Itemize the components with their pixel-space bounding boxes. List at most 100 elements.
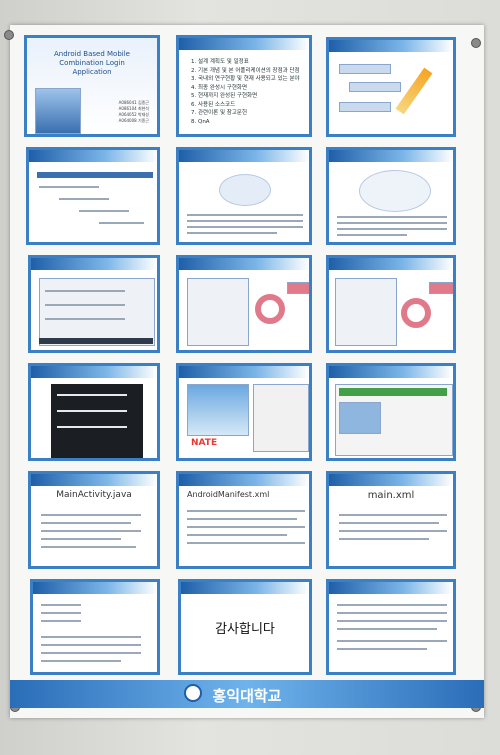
text-line	[57, 394, 127, 396]
slide-toc: 1. 설계 계획도 및 일정표 2. 기본 개념 및 본 어플리케이션의 장점과…	[176, 35, 312, 137]
text-line	[41, 604, 81, 606]
text-line	[337, 612, 447, 614]
code-line	[41, 538, 121, 540]
text-line	[337, 604, 447, 606]
slide-main-xml: main.xml	[326, 471, 456, 569]
text-line	[57, 410, 127, 412]
slide-current-screen-3	[326, 363, 456, 461]
slide-header	[329, 366, 453, 378]
label-box	[429, 282, 453, 294]
timeline-bar	[37, 172, 153, 178]
text-line	[41, 612, 81, 614]
thanks-text: 감사합니다	[215, 622, 275, 637]
list-screenshot	[253, 384, 309, 452]
text-line	[337, 648, 427, 650]
slide-concept	[176, 147, 312, 245]
screenshot	[335, 278, 397, 346]
slide-title: Android Based Mobile Combination Login A…	[24, 35, 160, 137]
slide-header	[179, 474, 309, 486]
slide-qna	[326, 579, 456, 675]
main-xml-title: main.xml	[367, 490, 415, 501]
code-line	[187, 526, 305, 528]
diagram-box	[339, 102, 391, 112]
main-activity-title: MainActivity.java	[56, 490, 132, 500]
slide-header	[179, 366, 309, 378]
toc-item: 7. 관련이론 및 참고문헌	[191, 110, 248, 116]
diagram-cloud	[359, 170, 431, 212]
slide-header	[329, 40, 453, 52]
growth-arrow	[395, 67, 433, 115]
text-line	[187, 232, 277, 234]
timeline-line	[59, 198, 109, 200]
code-line	[41, 522, 131, 524]
text-line	[57, 426, 127, 428]
slide-header	[31, 258, 157, 270]
pin	[471, 38, 481, 48]
title-line: Application	[72, 68, 112, 76]
text-line	[41, 620, 81, 622]
nate-logo: NATE	[191, 438, 218, 448]
code-line	[339, 538, 429, 540]
text-line	[337, 620, 447, 622]
code-line	[339, 530, 447, 532]
timeline-line	[39, 186, 99, 188]
toc-item: 6. 사용된 소스코드	[191, 101, 236, 108]
slide-final-screen-3	[326, 255, 456, 353]
slide-header	[181, 582, 309, 594]
text-line	[41, 660, 121, 662]
toc-list: 1. 설계 계획도 및 일정표 2. 기본 개념 및 본 어플리케이션의 장점과…	[191, 58, 300, 126]
title-line: Combination Login	[59, 59, 125, 67]
slide-main-activity: MainActivity.java	[28, 471, 160, 569]
toc-item: 8. QnA	[191, 118, 210, 125]
network-cloud	[219, 174, 271, 206]
slide-research	[326, 147, 456, 245]
text-line	[337, 640, 447, 642]
slide-header	[329, 474, 453, 486]
text-line	[41, 644, 141, 646]
slide-header	[33, 582, 157, 594]
pie-graphic	[401, 298, 431, 328]
author-list: A086041 김종근 A086104 최현석 A064052 박재성 A064…	[119, 100, 149, 124]
slide-references	[30, 579, 160, 675]
code-line	[187, 518, 297, 520]
phone-screenshot	[39, 278, 155, 346]
footer-banner: 홍익대학교	[10, 680, 484, 708]
building-image	[35, 88, 81, 134]
text-line	[337, 628, 437, 630]
slide-final-screen-2	[176, 255, 312, 353]
diagram-box	[349, 82, 401, 92]
poster-title: Android Based Mobile Combination Login A…	[37, 50, 147, 77]
code-line	[339, 522, 439, 524]
app-screenshot	[187, 384, 249, 436]
code-line	[339, 514, 447, 516]
slide-header	[179, 258, 309, 270]
timeline-line	[79, 210, 129, 212]
text-line	[337, 222, 447, 224]
diagram-box	[339, 64, 391, 74]
code-line	[187, 534, 287, 536]
text-line	[41, 636, 141, 638]
text-line	[187, 220, 303, 222]
web-header	[339, 388, 447, 396]
university-name: 홍익대학교	[212, 687, 282, 705]
slide-header	[329, 150, 453, 162]
text-line	[41, 652, 141, 654]
text-line	[45, 318, 125, 320]
slide-current-screen-1	[28, 363, 160, 461]
screenshot	[187, 278, 249, 346]
manifest-title: AndroidManifest.xml	[187, 490, 270, 499]
slide-current-screen-2: NATE	[176, 363, 312, 461]
university-logo	[184, 684, 202, 702]
pin	[4, 30, 14, 40]
toc-item: 4. 최종 완성시 구현화면	[191, 84, 248, 91]
toc-item: 5. 현재까지 완성된 구현화면	[191, 93, 258, 99]
code-line	[41, 530, 141, 532]
timeline-line	[99, 222, 144, 224]
slide-header	[179, 38, 309, 50]
slide-header	[329, 582, 453, 594]
text-line	[337, 228, 447, 230]
slide-header	[329, 258, 453, 270]
label-box	[287, 282, 309, 294]
slide-header	[31, 366, 157, 378]
slide-manifest: AndroidManifest.xml	[176, 471, 312, 569]
